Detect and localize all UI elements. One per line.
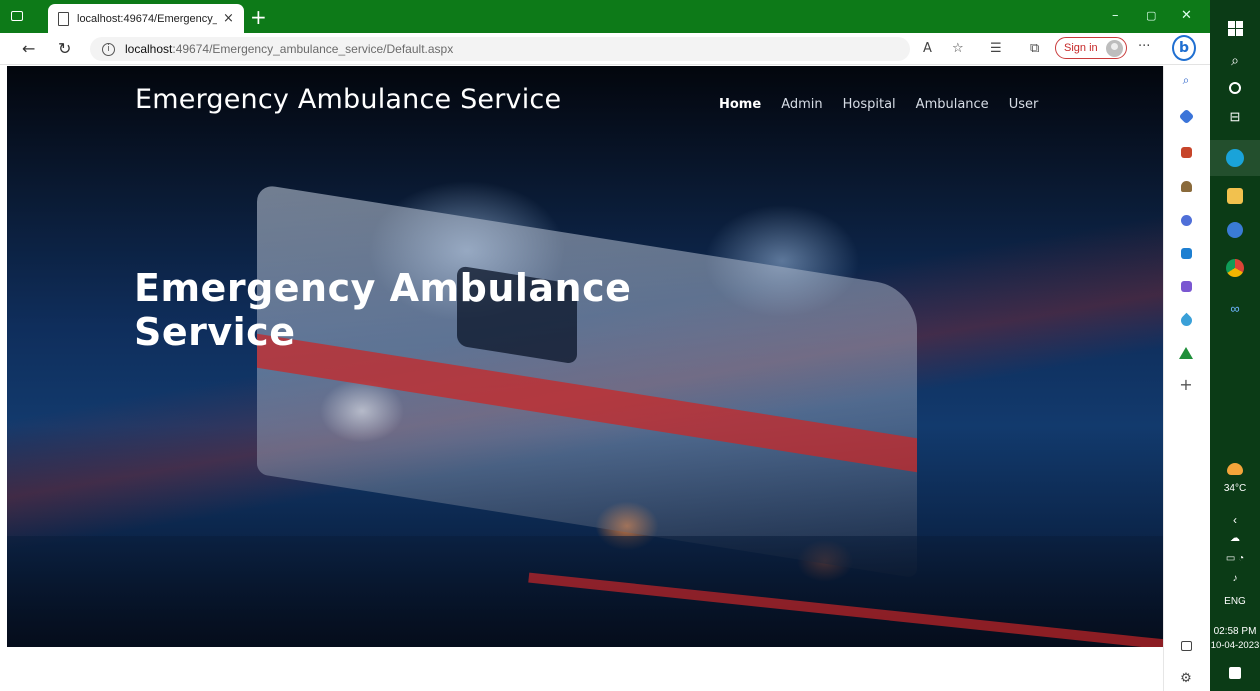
refresh-icon[interactable]: ↻ [58,39,71,58]
screen: localhost:49674/Emergency_amb × + – ▢ ✕ … [0,0,1260,691]
chrome-icon[interactable] [1210,256,1260,280]
info-icon[interactable]: i [102,42,115,56]
tab-close-icon[interactable]: × [223,11,234,26]
file-explorer-icon[interactable] [1210,184,1260,208]
cortana-icon[interactable] [1210,78,1260,98]
weather-icon[interactable] [1210,458,1260,480]
tools-icon[interactable] [1178,144,1194,160]
onedrive-icon[interactable]: ☁ [1210,530,1260,546]
tab-actions-icon[interactable] [8,8,26,24]
notifications-icon[interactable] [1210,664,1260,682]
main-nav: Home Admin Hospital Ambulance User [719,97,1038,112]
url-text: localhost:49674/Emergency_ambulance_serv… [125,42,454,56]
hero-banner: Emergency Ambulance Service Home Admin H… [7,66,1163,647]
minimize-button[interactable]: – [1112,8,1119,23]
page-footer-space [0,647,1163,691]
split-screen-icon[interactable] [1178,638,1194,654]
sign-in-label: Sign in [1064,42,1098,54]
sign-in-button[interactable]: Sign in [1055,37,1127,59]
windows-icon[interactable] [1210,18,1260,38]
close-window-button[interactable]: ✕ [1181,8,1192,23]
light-trail [528,572,1163,647]
nav-admin[interactable]: Admin [781,97,822,112]
browser-tab[interactable]: localhost:49674/Emergency_amb × [48,4,244,33]
language-indicator[interactable]: ENG [1210,596,1260,607]
more-menu-icon[interactable]: ··· [1138,39,1150,54]
settings-icon[interactable]: ⚙ [1178,670,1194,686]
games-icon[interactable] [1178,178,1194,194]
search-icon[interactable]: ⌕ [1210,50,1260,70]
collections-icon[interactable]: ⧉ [1030,41,1039,56]
app-icon[interactable] [1210,218,1260,242]
page-icon [58,11,69,26]
microsoft365-icon[interactable] [1178,212,1194,228]
search-icon[interactable]: ⌕ [1178,72,1194,88]
designer-icon[interactable] [1178,278,1194,294]
hero-line-2: Service [134,310,296,354]
favorite-star-icon[interactable]: ☆ [952,41,964,56]
clock-date[interactable]: 10-04-2023 [1210,640,1260,651]
back-arrow-icon[interactable]: ← [22,39,35,58]
nav-hospital[interactable]: Hospital [843,97,896,112]
task-view-icon[interactable]: ⊟ [1210,106,1260,128]
shopping-tag-icon[interactable] [1178,108,1194,124]
read-aloud-icon[interactable]: A [923,41,932,56]
tab-title: localhost:49674/Emergency_amb [77,12,217,25]
add-icon[interactable]: + [1178,375,1194,394]
hero-line-1: Emergency Ambulance [134,266,632,310]
nav-home[interactable]: Home [719,97,761,112]
windows-taskbar: ⌕ ⊟ ∞ 34°C ‹ ☁ ▭ ◔ ♪ ENG 02:58 PM 10-04-… [1210,0,1260,691]
ambulance-stripe [257,333,917,473]
outlook-icon[interactable] [1178,245,1194,261]
volume-icon[interactable]: ♪ [1210,570,1260,586]
tree-icon[interactable] [1178,345,1194,361]
battery-wifi-icon[interactable]: ▭ ◔ [1210,550,1260,566]
avatar-icon [1105,39,1123,57]
new-tab-button[interactable]: + [250,5,267,29]
address-bar-row: ← ↻ i localhost:49674/Emergency_ambulanc… [0,33,1210,65]
tab-bar: localhost:49674/Emergency_amb × + – ▢ ✕ [0,0,1210,33]
clock-time[interactable]: 02:58 PM [1210,626,1260,637]
bing-chat-icon[interactable]: b [1172,35,1196,61]
show-hidden-icons-chevron-icon[interactable]: ‹ [1210,512,1260,528]
road-image [7,536,1163,647]
nav-user[interactable]: User [1009,97,1039,112]
weather-temp: 34°C [1223,482,1247,494]
restore-button[interactable]: ▢ [1146,9,1156,22]
ambulance-image [257,183,917,579]
hero-headline: Emergency Ambulance Service [134,266,754,354]
edge-sidebar: ⌕ + ⚙ [1163,66,1210,691]
site-brand[interactable]: Emergency Ambulance Service [135,84,561,115]
edge-icon[interactable] [1210,140,1260,176]
infinity-icon[interactable]: ∞ [1210,296,1260,320]
url-input[interactable]: i localhost:49674/Emergency_ambulance_se… [90,37,910,61]
drop-icon[interactable] [1178,312,1194,328]
nav-ambulance[interactable]: Ambulance [916,97,989,112]
favorites-list-icon[interactable]: ☰ [990,41,1002,56]
